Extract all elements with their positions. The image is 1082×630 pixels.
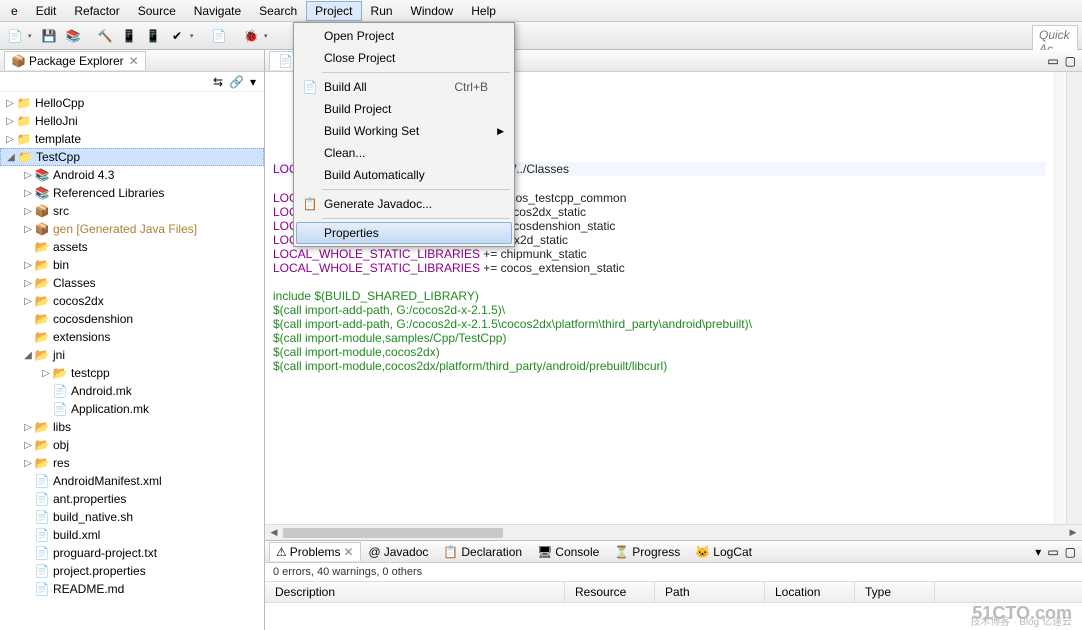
- view-tab-progress[interactable]: ⏳Progress: [607, 542, 687, 562]
- view-tab-logcat[interactable]: 🐱LogCat: [688, 542, 759, 562]
- menu-item-properties[interactable]: Properties: [296, 222, 512, 244]
- scroll-thumb[interactable]: [283, 528, 503, 538]
- menu-item-build-automatically[interactable]: Build Automatically: [296, 164, 512, 186]
- column-header[interactable]: Description: [265, 582, 565, 602]
- bottom-panel: ⚠Problems✕@Javadoc📋Declaration🖥Console⏳P…: [265, 540, 1082, 630]
- maximize-icon[interactable]: ▭: [1047, 54, 1058, 68]
- tree-node[interactable]: 📂extensions: [0, 328, 264, 346]
- tree-node[interactable]: ▷📚Referenced Libraries: [0, 184, 264, 202]
- tree-node[interactable]: 📄ant.properties: [0, 490, 264, 508]
- menubar: eEditRefactorSourceNavigateSearchProject…: [0, 0, 1082, 22]
- debug-icon[interactable]: 🐞: [240, 25, 262, 47]
- close-icon[interactable]: ✕: [129, 54, 139, 68]
- menu-source[interactable]: Source: [129, 1, 185, 21]
- tree-node[interactable]: ▷📂res: [0, 454, 264, 472]
- tree-node[interactable]: ◢📂jni: [0, 346, 264, 364]
- menu-item-build-project[interactable]: Build Project: [296, 98, 512, 120]
- link-icon[interactable]: 🔗: [229, 75, 244, 89]
- tree-node[interactable]: ▷📂testcpp: [0, 364, 264, 382]
- save-icon[interactable]: 💾: [38, 25, 60, 47]
- overview-ruler: [1054, 72, 1066, 524]
- project-tree[interactable]: ▷📁HelloCpp▷📁HelloJni▷📁template◢📁TestCpp▷…: [0, 92, 264, 630]
- menu-e[interactable]: e: [2, 1, 27, 21]
- menu-refactor[interactable]: Refactor: [65, 1, 128, 21]
- column-header[interactable]: Resource: [565, 582, 655, 602]
- tree-node[interactable]: 📂cocosdenshion: [0, 310, 264, 328]
- tree-node[interactable]: ▷📂Classes: [0, 274, 264, 292]
- new-xml-icon[interactable]: 📄: [208, 25, 230, 47]
- main-toolbar: 📄▾ 💾 📚 🔨 📱 📱 ✔▾ 📄 🐞▾ Quick Ac: [0, 22, 1082, 50]
- view-toolbar: ⇆ 🔗 ▾: [0, 72, 264, 92]
- tree-node[interactable]: 📄project.properties: [0, 562, 264, 580]
- view-tab-javadoc[interactable]: @Javadoc: [362, 542, 436, 562]
- menu-window[interactable]: Window: [402, 1, 463, 21]
- save-all-icon[interactable]: 📚: [62, 25, 84, 47]
- menu-item-generate-javadoc-[interactable]: 📋Generate Javadoc...: [296, 193, 512, 215]
- tree-node[interactable]: ▷📂libs: [0, 418, 264, 436]
- tree-node[interactable]: 📄README.md: [0, 580, 264, 598]
- sdk-icon[interactable]: 📱: [118, 25, 140, 47]
- view-menu-icon[interactable]: ▾: [1035, 545, 1041, 559]
- menu-search[interactable]: Search: [250, 1, 306, 21]
- view-tab-problems[interactable]: ⚠Problems✕: [269, 542, 361, 561]
- avd-icon[interactable]: 📱: [142, 25, 164, 47]
- tree-node[interactable]: 📂assets: [0, 238, 264, 256]
- column-header[interactable]: Path: [655, 582, 765, 602]
- menu-edit[interactable]: Edit: [27, 1, 66, 21]
- tree-node[interactable]: 📄Application.mk: [0, 400, 264, 418]
- problems-summary: 0 errors, 40 warnings, 0 others: [265, 563, 1082, 581]
- minimize-icon[interactable]: ▭: [1047, 545, 1058, 559]
- package-explorer-tab[interactable]: 📦 Package Explorer ✕: [4, 51, 146, 70]
- minimize-icon[interactable]: ▢: [1065, 54, 1076, 68]
- tree-node[interactable]: ▷📁HelloCpp: [0, 94, 264, 112]
- menu-icon[interactable]: ▾: [250, 75, 256, 89]
- tree-node[interactable]: ▷📂cocos2dx: [0, 292, 264, 310]
- tree-node[interactable]: ▷📁HelloJni: [0, 112, 264, 130]
- view-tab-declaration[interactable]: 📋Declaration: [436, 542, 529, 562]
- collapse-icon[interactable]: ⇆: [213, 75, 223, 89]
- tree-node[interactable]: ◢📁TestCpp: [0, 148, 264, 166]
- menu-navigate[interactable]: Navigate: [185, 1, 250, 21]
- menu-item-build-working-set[interactable]: Build Working Set▶: [296, 120, 512, 142]
- project-menu[interactable]: Open ProjectClose Project 📄Build AllCtrl+…: [293, 22, 515, 247]
- menu-run[interactable]: Run: [362, 1, 402, 21]
- tree-node[interactable]: 📄proguard-project.txt: [0, 544, 264, 562]
- new-icon[interactable]: 📄: [4, 25, 26, 47]
- hammer-icon[interactable]: 🔨: [94, 25, 116, 47]
- bottom-view-tabs: ⚠Problems✕@Javadoc📋Declaration🖥Console⏳P…: [265, 541, 1082, 563]
- scroll-left-icon[interactable]: ◀: [267, 527, 281, 538]
- maximize-icon[interactable]: ▢: [1065, 545, 1076, 559]
- menu-item-close-project[interactable]: Close Project: [296, 47, 512, 69]
- view-tab-console[interactable]: 🖥Console: [530, 542, 606, 562]
- menu-item-build-all[interactable]: 📄Build AllCtrl+B: [296, 76, 512, 98]
- package-explorer-label: Package Explorer: [29, 54, 124, 68]
- menu-item-open-project[interactable]: Open Project: [296, 25, 512, 47]
- menu-help[interactable]: Help: [462, 1, 505, 21]
- menu-item-clean-[interactable]: Clean...: [296, 142, 512, 164]
- scroll-right-icon[interactable]: ▶: [1066, 527, 1080, 538]
- watermark-sub: 技术博客 · Blog 亿速云: [970, 613, 1072, 628]
- problems-table-header: DescriptionResourcePathLocationType: [265, 581, 1082, 603]
- tree-node[interactable]: 📄build_native.sh: [0, 508, 264, 526]
- tree-node[interactable]: ▷📚Android 4.3: [0, 166, 264, 184]
- package-icon: 📦: [11, 54, 26, 68]
- tree-node[interactable]: ▷📂obj: [0, 436, 264, 454]
- tree-node[interactable]: 📄Android.mk: [0, 382, 264, 400]
- tree-node[interactable]: ▷📦gen [Generated Java Files]: [0, 220, 264, 238]
- tree-node[interactable]: 📄build.xml: [0, 526, 264, 544]
- vertical-scrollbar[interactable]: [1066, 72, 1082, 524]
- package-explorer-view: 📦 Package Explorer ✕ ⇆ 🔗 ▾ ▷📁HelloCpp▷📁H…: [0, 50, 265, 630]
- tree-node[interactable]: 📄AndroidManifest.xml: [0, 472, 264, 490]
- menu-project[interactable]: Project: [306, 1, 361, 21]
- lint-icon[interactable]: ✔: [166, 25, 188, 47]
- tree-node[interactable]: ▷📦src: [0, 202, 264, 220]
- tree-node[interactable]: ▷📂bin: [0, 256, 264, 274]
- column-header[interactable]: Location: [765, 582, 855, 602]
- column-header[interactable]: Type: [855, 582, 935, 602]
- tree-node[interactable]: ▷📁template: [0, 130, 264, 148]
- horizontal-scrollbar[interactable]: ◀ ▶: [265, 524, 1082, 540]
